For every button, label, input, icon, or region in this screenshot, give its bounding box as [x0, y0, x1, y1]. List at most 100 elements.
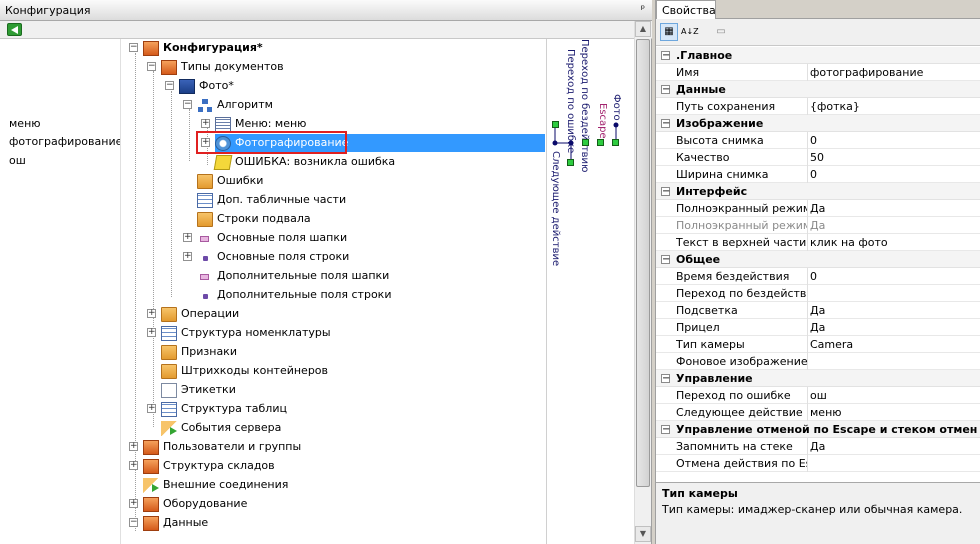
property-row-camera-type[interactable]: Тип камеры Camera [656, 336, 980, 353]
property-value[interactable]: Да [810, 440, 980, 453]
property-key: Отмена действия по Esca [676, 457, 807, 470]
category-control[interactable]: − Управление [656, 370, 980, 387]
property-row-idle-time[interactable]: Время бездействия 0 [656, 268, 980, 285]
property-value[interactable]: Да [810, 202, 980, 215]
collapse-icon[interactable]: − [147, 62, 156, 71]
collapse-icon[interactable]: − [129, 43, 138, 52]
property-row-name[interactable]: Имя фотографирование [656, 64, 980, 81]
category-data[interactable]: − Данные [656, 81, 980, 98]
property-value[interactable]: Camera [810, 338, 980, 351]
category-image[interactable]: − Изображение [656, 115, 980, 132]
categorized-view-icon[interactable]: ▦ [660, 23, 678, 41]
pin-icon[interactable]: ᵖ [641, 4, 645, 15]
property-value[interactable]: 50 [810, 151, 980, 164]
expand-icon[interactable]: + [147, 404, 156, 413]
graph-node[interactable] [612, 139, 619, 146]
property-value[interactable]: {фотка} [810, 100, 980, 113]
barcodes-folder-icon [161, 364, 177, 379]
description-title: Тип камеры [662, 487, 738, 500]
property-row-fullscreen[interactable]: Полноэкранный режим Да [656, 200, 980, 217]
category-interface[interactable]: − Интерфейс [656, 183, 980, 200]
category-main[interactable]: − .Главное [656, 47, 980, 64]
tree-node-label: Признаки [181, 345, 237, 358]
graph-node[interactable] [552, 121, 559, 128]
property-key: Следующее действие [676, 406, 803, 419]
tree-node-label: События сервера [181, 421, 282, 434]
expand-icon[interactable]: + [147, 328, 156, 337]
collapse-icon[interactable]: − [661, 374, 670, 384]
connections-icon [143, 478, 159, 493]
scroll-down-icon[interactable]: ▼ [635, 526, 651, 542]
property-value[interactable]: 0 [810, 168, 980, 181]
tree-node-label: Типы документов [181, 60, 284, 73]
property-row-snapshot-height[interactable]: Высота снимка 0 [656, 132, 980, 149]
property-value[interactable]: меню [810, 406, 980, 419]
graph-node[interactable] [582, 139, 589, 146]
property-row-crosshair[interactable]: Прицел Да [656, 319, 980, 336]
property-row-save-path[interactable]: Путь сохранения {фотка} [656, 98, 980, 115]
property-row-backlight[interactable]: Подсветка Да [656, 302, 980, 319]
transition-item[interactable]: фотографирование [9, 135, 122, 148]
property-row-quality[interactable]: Качество 50 [656, 149, 980, 166]
property-value[interactable]: ош [810, 389, 980, 402]
property-row-fullscreen-inherited[interactable]: Полноэкранный режим (зДа [656, 217, 980, 234]
property-value[interactable]: Да [810, 304, 980, 317]
tree-node-label: Внешние соединения [163, 478, 289, 491]
property-row-escape-cancel[interactable]: Отмена действия по Esca [656, 455, 980, 472]
collapse-icon[interactable]: − [661, 187, 670, 197]
alphabetical-sort-icon[interactable]: A↓Z [680, 23, 699, 41]
collapse-icon[interactable]: − [129, 518, 138, 527]
expand-icon[interactable]: + [147, 309, 156, 318]
tab-properties[interactable]: Свойства [656, 0, 716, 19]
property-value[interactable]: Да [810, 219, 980, 232]
collapse-icon[interactable]: − [661, 85, 670, 95]
expand-icon[interactable]: + [183, 233, 192, 242]
property-row-snapshot-width[interactable]: Ширина снимка 0 [656, 166, 980, 183]
category-title: Данные [676, 83, 726, 96]
property-value[interactable]: 0 [810, 134, 980, 147]
collapse-icon[interactable]: − [661, 425, 670, 435]
scroll-up-icon[interactable]: ▲ [635, 21, 651, 37]
properties-toolbar: ▦ A↓Z ▭ [656, 19, 980, 46]
property-row-background-image[interactable]: Фоновое изображение [656, 353, 980, 370]
property-key: Прицел [676, 321, 720, 334]
category-escape-control[interactable]: − Управление отменой по Escape и стеком о… [656, 421, 980, 438]
highlight-box [196, 131, 347, 154]
expand-icon[interactable]: + [129, 499, 138, 508]
property-value[interactable]: 0 [810, 270, 980, 283]
property-key: Имя [676, 66, 700, 79]
transition-item[interactable]: меню [9, 117, 41, 130]
collapse-icon[interactable]: − [165, 81, 174, 90]
property-value[interactable]: фотографирование [810, 66, 980, 79]
expand-icon[interactable]: + [183, 252, 192, 261]
transition-item[interactable]: ош [9, 154, 26, 167]
category-general[interactable]: − Общее [656, 251, 980, 268]
property-row-error-transition[interactable]: Переход по ошибке ош [656, 387, 980, 404]
document-types-icon [161, 60, 177, 75]
property-value[interactable]: Да [810, 321, 980, 334]
property-row-idle-transition[interactable]: Переход по бездействию [656, 285, 980, 302]
property-value[interactable]: клик на фото [810, 236, 980, 249]
property-row-top-text[interactable]: Текст в верхней части окклик на фото [656, 234, 980, 251]
vertical-scrollbar[interactable]: ▲ ▼ [634, 21, 651, 544]
scrollbar-thumb[interactable] [636, 39, 650, 487]
graph-node[interactable] [567, 159, 574, 166]
property-row-next-action[interactable]: Следующее действие меню [656, 404, 980, 421]
collapse-icon[interactable]: − [661, 119, 670, 129]
graph-node[interactable] [597, 139, 604, 146]
tree-node-label: ОШИБКА: возникла ошибка [235, 155, 396, 168]
expand-icon[interactable]: + [201, 119, 210, 128]
expand-icon[interactable]: + [129, 461, 138, 470]
row-field-icon [203, 294, 208, 299]
property-pages-icon[interactable]: ▭ [712, 23, 730, 41]
collapse-icon[interactable]: − [183, 100, 192, 109]
property-key: Время бездействия [676, 270, 790, 283]
collapse-icon[interactable]: − [661, 255, 670, 265]
expand-icon[interactable]: + [129, 442, 138, 451]
property-key: Текст в верхней части ок [676, 236, 807, 249]
collapse-icon[interactable]: − [661, 51, 670, 61]
category-title: Интерфейс [676, 185, 748, 198]
property-row-remember-on-stack[interactable]: Запомнить на стеке Да [656, 438, 980, 455]
tree-node-label: Этикетки [181, 383, 236, 396]
back-arrow-icon[interactable] [7, 23, 22, 36]
